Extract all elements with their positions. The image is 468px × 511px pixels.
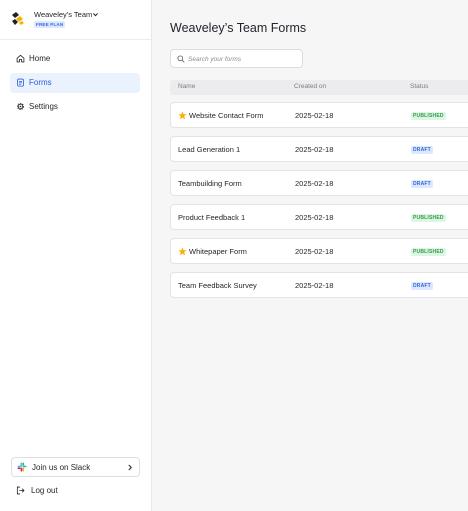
created-date: 2025-02-18 [295, 213, 334, 222]
sidebar-item-label: Forms [29, 78, 52, 87]
plan-badge: FREE PLAN [34, 21, 66, 28]
status-badge: DRAFT [411, 146, 433, 154]
main-content: Weaveley’s Team Forms Name Created on St… [152, 0, 468, 511]
logout-label: Log out [31, 486, 58, 495]
search-icon [177, 55, 185, 63]
status-badge: PUBLISHED [411, 248, 446, 256]
join-slack-button[interactable]: Join us on Slack [11, 457, 140, 477]
form-name: Website Contact Form [189, 111, 264, 120]
status-badge: DRAFT [411, 282, 433, 290]
sidebar-item-forms[interactable]: Forms [10, 73, 140, 93]
sidebar-item-label: Home [29, 54, 51, 63]
status-badge: PUBLISHED [411, 214, 446, 222]
chevron-down-icon[interactable] [92, 11, 99, 18]
created-date: 2025-02-18 [295, 179, 334, 188]
created-date: 2025-02-18 [295, 111, 334, 120]
form-name: Whitepaper Form [189, 247, 247, 256]
team-switcher[interactable]: Weaveley's Team FREE PLAN [0, 0, 151, 40]
sidebar-item-label: Settings [29, 102, 58, 111]
team-name: Weaveley's Team [34, 10, 93, 19]
search-box[interactable] [170, 49, 303, 68]
created-date: 2025-02-18 [295, 281, 334, 290]
table-row[interactable]: Website Contact Form 2025-02-18 PUBLISHE… [170, 102, 468, 128]
table-row[interactable]: Product Feedback 1 2025-02-18 PUBLISHED [170, 204, 468, 230]
table-row[interactable]: Team Feedback Survey 2025-02-18 DRAFT [170, 272, 468, 298]
slack-icon [17, 462, 27, 472]
form-name: Teambuilding Form [178, 179, 242, 188]
table-row[interactable]: Teambuilding Form 2025-02-18 DRAFT [170, 170, 468, 196]
status-badge: DRAFT [411, 180, 433, 188]
column-header-name: Name [178, 83, 196, 90]
star-icon [178, 247, 187, 256]
gear-icon [16, 102, 25, 111]
table-row[interactable]: Lead Generation 1 2025-02-18 DRAFT [170, 136, 468, 162]
form-name: Team Feedback Survey [178, 281, 257, 290]
search-input[interactable] [188, 53, 298, 65]
chevron-right-icon [128, 464, 133, 471]
logout-icon [16, 486, 25, 495]
sidebar-item-home[interactable]: Home [10, 49, 140, 69]
star-icon [178, 111, 187, 120]
column-header-created: Created on [294, 83, 327, 90]
sidebar-item-settings[interactable]: Settings [10, 97, 140, 117]
sidebar: Weaveley's Team FREE PLAN Home Forms Set… [0, 0, 152, 511]
status-badge: PUBLISHED [411, 112, 446, 120]
logout-button[interactable]: Log out [11, 483, 140, 499]
page-title: Weaveley’s Team Forms [170, 21, 307, 35]
created-date: 2025-02-18 [295, 145, 334, 154]
team-logo-icon [10, 11, 25, 26]
forms-icon [17, 78, 24, 87]
join-slack-label: Join us on Slack [32, 463, 91, 472]
table-row[interactable]: Whitepaper Form 2025-02-18 PUBLISHED [170, 238, 468, 264]
column-header-status: Status [410, 83, 429, 90]
created-date: 2025-02-18 [295, 247, 334, 256]
home-icon [16, 54, 25, 63]
form-name: Lead Generation 1 [178, 145, 241, 154]
form-name: Product Feedback 1 [178, 213, 246, 222]
table-header: Name Created on Status [170, 80, 468, 95]
